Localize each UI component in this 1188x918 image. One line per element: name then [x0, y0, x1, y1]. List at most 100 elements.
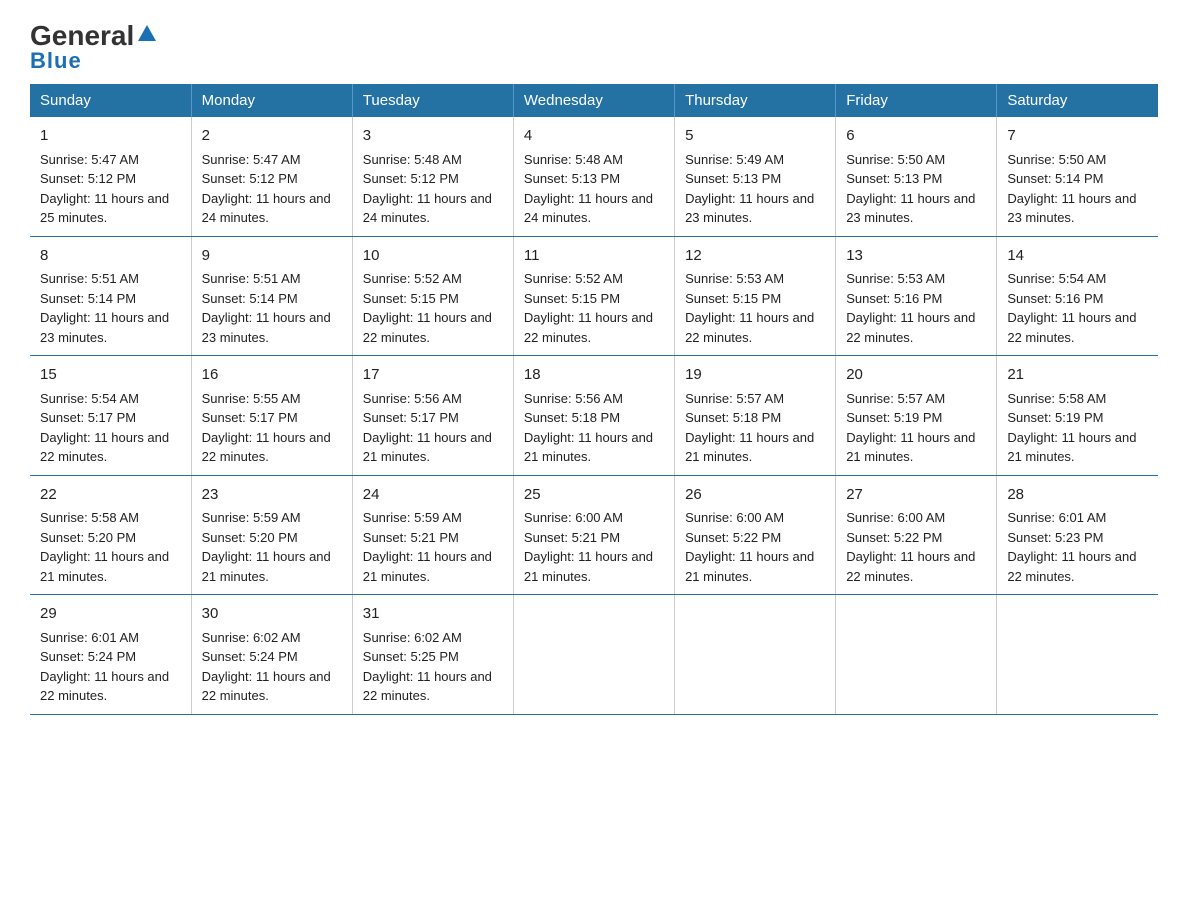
calendar-cell: 31 Sunrise: 6:02 AM Sunset: 5:25 PM Dayl… — [352, 595, 513, 715]
calendar-cell: 21 Sunrise: 5:58 AM Sunset: 5:19 PM Dayl… — [997, 356, 1158, 476]
day-number: 5 — [685, 125, 825, 148]
sunrise-text: Sunrise: 6:00 AM — [524, 510, 623, 525]
calendar-table: SundayMondayTuesdayWednesdayThursdayFrid… — [30, 84, 1158, 715]
sunrise-text: Sunrise: 5:50 AM — [1007, 152, 1106, 167]
sunset-text: Sunset: 5:15 PM — [363, 291, 459, 306]
sunrise-text: Sunrise: 6:02 AM — [202, 630, 301, 645]
logo: General Blue — [30, 20, 158, 74]
daylight-text: Daylight: 11 hours and 23 minutes. — [1007, 191, 1136, 226]
sunrise-text: Sunrise: 5:52 AM — [363, 271, 462, 286]
day-number: 9 — [202, 245, 342, 268]
sunrise-text: Sunrise: 5:52 AM — [524, 271, 623, 286]
daylight-text: Daylight: 11 hours and 22 minutes. — [202, 430, 331, 465]
sunrise-text: Sunrise: 5:49 AM — [685, 152, 784, 167]
daylight-text: Daylight: 11 hours and 22 minutes. — [363, 310, 492, 345]
sunrise-text: Sunrise: 5:55 AM — [202, 391, 301, 406]
day-number: 4 — [524, 125, 664, 148]
sunrise-text: Sunrise: 5:54 AM — [40, 391, 139, 406]
sunset-text: Sunset: 5:22 PM — [685, 530, 781, 545]
calendar-cell: 6 Sunrise: 5:50 AM Sunset: 5:13 PM Dayli… — [836, 117, 997, 236]
day-number: 31 — [363, 603, 503, 626]
day-number: 24 — [363, 484, 503, 507]
col-header-wednesday: Wednesday — [513, 84, 674, 117]
day-number: 19 — [685, 364, 825, 387]
day-number: 1 — [40, 125, 181, 148]
sunrise-text: Sunrise: 5:47 AM — [202, 152, 301, 167]
calendar-cell — [675, 595, 836, 715]
sunrise-text: Sunrise: 5:56 AM — [524, 391, 623, 406]
day-number: 21 — [1007, 364, 1148, 387]
daylight-text: Daylight: 11 hours and 24 minutes. — [363, 191, 492, 226]
daylight-text: Daylight: 11 hours and 22 minutes. — [40, 669, 169, 704]
sunset-text: Sunset: 5:17 PM — [202, 410, 298, 425]
daylight-text: Daylight: 11 hours and 21 minutes. — [1007, 430, 1136, 465]
calendar-week-row: 22 Sunrise: 5:58 AM Sunset: 5:20 PM Dayl… — [30, 475, 1158, 595]
sunrise-text: Sunrise: 6:01 AM — [40, 630, 139, 645]
sunset-text: Sunset: 5:13 PM — [846, 171, 942, 186]
daylight-text: Daylight: 11 hours and 22 minutes. — [1007, 310, 1136, 345]
daylight-text: Daylight: 11 hours and 22 minutes. — [846, 549, 975, 584]
sunset-text: Sunset: 5:16 PM — [846, 291, 942, 306]
sunset-text: Sunset: 5:12 PM — [202, 171, 298, 186]
calendar-cell: 15 Sunrise: 5:54 AM Sunset: 5:17 PM Dayl… — [30, 356, 191, 476]
sunrise-text: Sunrise: 5:51 AM — [40, 271, 139, 286]
daylight-text: Daylight: 11 hours and 23 minutes. — [685, 191, 814, 226]
day-number: 26 — [685, 484, 825, 507]
sunset-text: Sunset: 5:19 PM — [846, 410, 942, 425]
daylight-text: Daylight: 11 hours and 21 minutes. — [40, 549, 169, 584]
sunrise-text: Sunrise: 6:00 AM — [846, 510, 945, 525]
sunrise-text: Sunrise: 6:00 AM — [685, 510, 784, 525]
daylight-text: Daylight: 11 hours and 22 minutes. — [363, 669, 492, 704]
daylight-text: Daylight: 11 hours and 23 minutes. — [202, 310, 331, 345]
sunset-text: Sunset: 5:21 PM — [363, 530, 459, 545]
calendar-cell: 27 Sunrise: 6:00 AM Sunset: 5:22 PM Dayl… — [836, 475, 997, 595]
calendar-cell: 8 Sunrise: 5:51 AM Sunset: 5:14 PM Dayli… — [30, 236, 191, 356]
calendar-cell: 12 Sunrise: 5:53 AM Sunset: 5:15 PM Dayl… — [675, 236, 836, 356]
col-header-tuesday: Tuesday — [352, 84, 513, 117]
sunset-text: Sunset: 5:13 PM — [524, 171, 620, 186]
daylight-text: Daylight: 11 hours and 22 minutes. — [1007, 549, 1136, 584]
calendar-cell: 29 Sunrise: 6:01 AM Sunset: 5:24 PM Dayl… — [30, 595, 191, 715]
sunrise-text: Sunrise: 5:59 AM — [363, 510, 462, 525]
sunset-text: Sunset: 5:14 PM — [1007, 171, 1103, 186]
day-number: 18 — [524, 364, 664, 387]
sunrise-text: Sunrise: 6:01 AM — [1007, 510, 1106, 525]
sunset-text: Sunset: 5:22 PM — [846, 530, 942, 545]
sunrise-text: Sunrise: 5:48 AM — [363, 152, 462, 167]
calendar-cell — [997, 595, 1158, 715]
sunset-text: Sunset: 5:13 PM — [685, 171, 781, 186]
day-number: 14 — [1007, 245, 1148, 268]
day-number: 13 — [846, 245, 986, 268]
logo-arrow-icon — [136, 23, 158, 45]
sunset-text: Sunset: 5:18 PM — [524, 410, 620, 425]
sunrise-text: Sunrise: 5:54 AM — [1007, 271, 1106, 286]
daylight-text: Daylight: 11 hours and 23 minutes. — [846, 191, 975, 226]
sunset-text: Sunset: 5:16 PM — [1007, 291, 1103, 306]
page-header: General Blue — [30, 20, 1158, 74]
day-number: 16 — [202, 364, 342, 387]
col-header-saturday: Saturday — [997, 84, 1158, 117]
sunset-text: Sunset: 5:24 PM — [202, 649, 298, 664]
calendar-cell: 19 Sunrise: 5:57 AM Sunset: 5:18 PM Dayl… — [675, 356, 836, 476]
calendar-cell: 3 Sunrise: 5:48 AM Sunset: 5:12 PM Dayli… — [352, 117, 513, 236]
calendar-cell: 5 Sunrise: 5:49 AM Sunset: 5:13 PM Dayli… — [675, 117, 836, 236]
sunrise-text: Sunrise: 5:58 AM — [40, 510, 139, 525]
sunrise-text: Sunrise: 5:48 AM — [524, 152, 623, 167]
sunset-text: Sunset: 5:14 PM — [40, 291, 136, 306]
calendar-cell: 14 Sunrise: 5:54 AM Sunset: 5:16 PM Dayl… — [997, 236, 1158, 356]
daylight-text: Daylight: 11 hours and 24 minutes. — [202, 191, 331, 226]
logo-blue-text: Blue — [30, 48, 82, 74]
daylight-text: Daylight: 11 hours and 23 minutes. — [40, 310, 169, 345]
calendar-cell: 10 Sunrise: 5:52 AM Sunset: 5:15 PM Dayl… — [352, 236, 513, 356]
calendar-cell: 22 Sunrise: 5:58 AM Sunset: 5:20 PM Dayl… — [30, 475, 191, 595]
sunrise-text: Sunrise: 5:53 AM — [846, 271, 945, 286]
calendar-cell: 7 Sunrise: 5:50 AM Sunset: 5:14 PM Dayli… — [997, 117, 1158, 236]
calendar-cell: 13 Sunrise: 5:53 AM Sunset: 5:16 PM Dayl… — [836, 236, 997, 356]
daylight-text: Daylight: 11 hours and 21 minutes. — [846, 430, 975, 465]
daylight-text: Daylight: 11 hours and 22 minutes. — [202, 669, 331, 704]
sunset-text: Sunset: 5:17 PM — [40, 410, 136, 425]
calendar-cell: 17 Sunrise: 5:56 AM Sunset: 5:17 PM Dayl… — [352, 356, 513, 476]
calendar-cell: 24 Sunrise: 5:59 AM Sunset: 5:21 PM Dayl… — [352, 475, 513, 595]
sunset-text: Sunset: 5:12 PM — [40, 171, 136, 186]
calendar-week-row: 15 Sunrise: 5:54 AM Sunset: 5:17 PM Dayl… — [30, 356, 1158, 476]
